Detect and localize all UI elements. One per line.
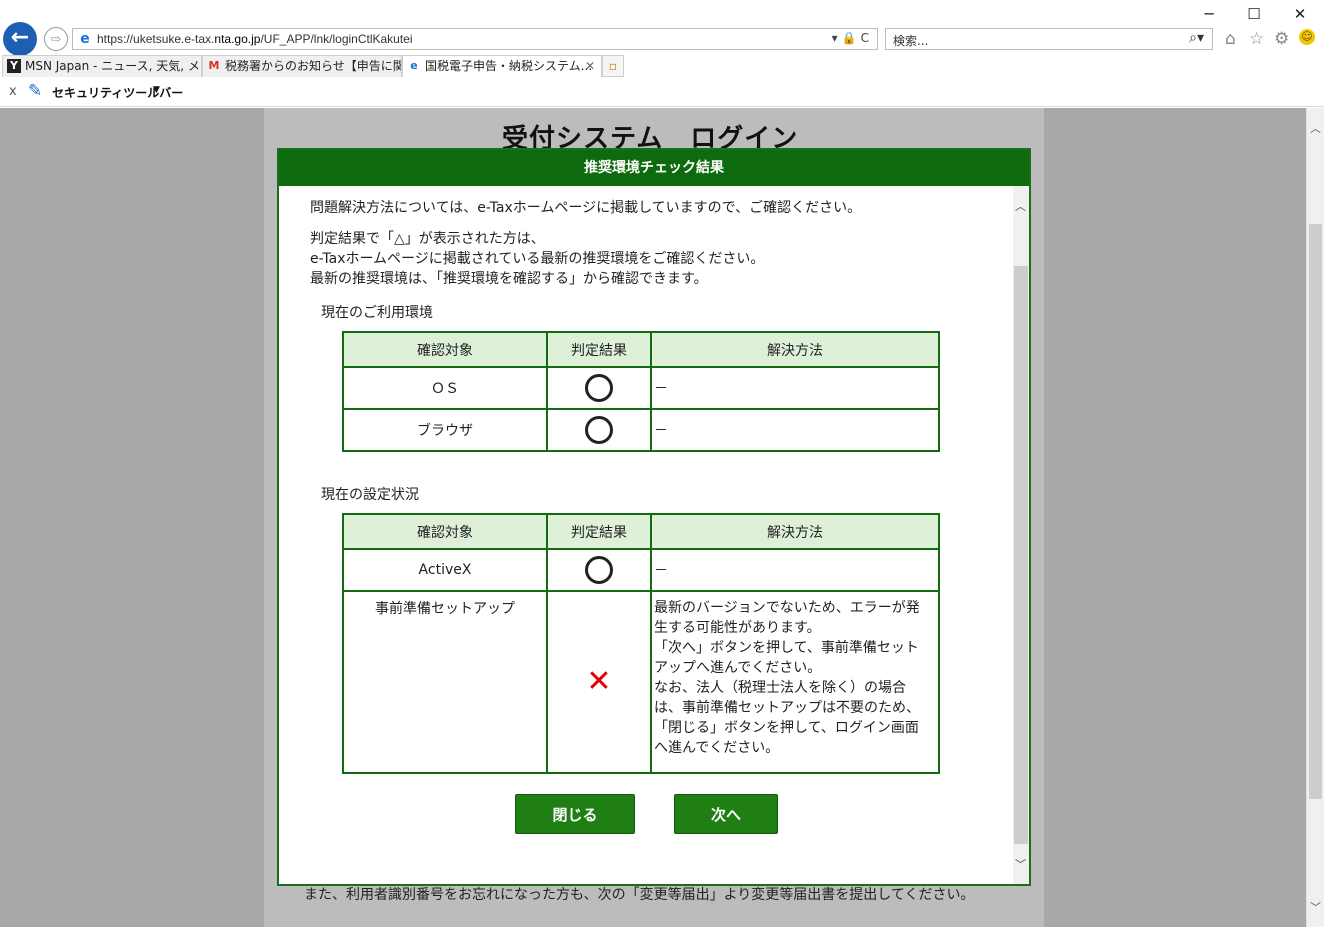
close-button[interactable]: 閉じる: [515, 794, 635, 834]
col-target: 確認対象: [342, 331, 548, 368]
back-button[interactable]: ←: [3, 22, 37, 56]
ok-circle-icon: [585, 416, 613, 444]
table-header-row: 確認対象 判定結果 解決方法: [342, 331, 940, 368]
dialog-scrollbar[interactable]: ︿ ﹀: [1013, 186, 1029, 884]
usage-env-table: 確認対象 判定結果 解決方法 ＯＳ － ブラウザ －: [342, 331, 940, 452]
col-solution: 解決方法: [650, 331, 940, 368]
url-prefix: https://uketsuke.e-tax.: [97, 32, 215, 46]
scroll-up-icon[interactable]: ︿: [1310, 120, 1321, 136]
dropdown-arrow-icon[interactable]: ▼: [153, 85, 160, 95]
msn-tab-icon: Y: [7, 59, 21, 73]
gmail-tab-icon: M: [208, 59, 220, 72]
pen-icon: ✎: [28, 81, 43, 101]
result-cell: ✕: [546, 590, 652, 774]
next-button[interactable]: 次へ: [674, 794, 778, 834]
solution-line: アップへ進んでください。: [654, 660, 822, 676]
url-host: nta.go.jp: [214, 32, 261, 46]
ie-tab-icon: e: [410, 59, 418, 72]
page-scrollbar[interactable]: ︿ ﹀: [1306, 108, 1324, 927]
table-header-row: 確認対象 判定結果 解決方法: [342, 513, 940, 550]
intro-text: 問題解決方法については、e-Taxホームページに掲載していますので、ご確認くださ…: [310, 200, 862, 216]
row-target: ＯＳ: [342, 366, 548, 410]
notice-line: 判定結果で「△」が表示された方は、: [310, 231, 545, 247]
notice-text: 判定結果で「△」が表示された方は、 e-Taxホームページに掲載されている最新の…: [310, 229, 764, 289]
url-path: /UF_APP/lnk/loginCtlKakutei: [260, 32, 413, 46]
security-toolbar: x ✎ セキュリティツールバー ▼: [0, 78, 1324, 107]
notice-line: e-Taxホームページに掲載されている最新の推奨環境をご確認ください。: [310, 251, 765, 267]
tab-label: MSN Japan - ニュース, 天気, メー...: [25, 59, 201, 73]
env-check-dialog: 推奨環境チェック結果 問題解決方法については、e-Taxホームページに掲載してい…: [277, 148, 1031, 886]
solution-line: 生する可能性があります。: [654, 620, 821, 636]
close-toolbar-icon[interactable]: x: [9, 84, 17, 99]
table-row: ActiveX －: [342, 548, 940, 592]
ng-cross-icon: ✕: [586, 664, 612, 699]
row-target: ActiveX: [342, 548, 548, 592]
close-window-button[interactable]: ✕: [1277, 4, 1323, 24]
usage-env-title: 現在のご利用環境: [321, 305, 433, 321]
back-arrow-icon: ←: [10, 25, 30, 50]
col-result: 判定結果: [546, 331, 652, 368]
forward-arrow-icon: ⇨: [50, 32, 62, 47]
solution-line: は、事前準備セットアップは不要のため、: [654, 700, 920, 716]
col-result: 判定結果: [546, 513, 652, 550]
col-target: 確認対象: [342, 513, 548, 550]
search-placeholder: 検索...: [893, 34, 929, 48]
result-cell: [546, 408, 652, 452]
scroll-down-icon[interactable]: ﹀: [1310, 899, 1321, 915]
row-target: 事前準備セットアップ: [342, 590, 548, 774]
solution-line: なお、法人（税理士法人を除く）の場合: [654, 680, 906, 696]
page-body-text: また、利用者識別番号をお忘れになった方も、次の「変更等届出」より変更等届出書を提…: [304, 887, 975, 903]
table-row: ブラウザ －: [342, 408, 940, 452]
security-toolbar-label[interactable]: セキュリティツールバー: [52, 84, 183, 101]
row-solution: 最新のバージョンでないため、エラーが発 生する可能性があります。 「次へ」ボタン…: [650, 590, 940, 774]
row-solution: －: [650, 366, 940, 410]
tab-msn[interactable]: Y MSN Japan - ニュース, 天気, メー...: [2, 55, 202, 77]
ok-circle-icon: [585, 374, 613, 402]
row-target: ブラウザ: [342, 408, 548, 452]
row-solution: －: [650, 548, 940, 592]
tab-gmail[interactable]: M 税務署からのお知らせ【申告に関...: [202, 55, 402, 77]
solution-line: 「閉じる」ボタンを押して、ログイン画面: [654, 720, 919, 736]
scroll-up-icon[interactable]: ︿: [1015, 198, 1026, 214]
dialog-title: 推奨環境チェック結果: [279, 150, 1029, 186]
tab-label: 税務署からのお知らせ【申告に関...: [225, 59, 402, 73]
search-icon[interactable]: ⌕▾: [1189, 30, 1204, 46]
maximize-button[interactable]: ☐: [1231, 4, 1277, 24]
new-tab-icon: ▫: [608, 59, 618, 73]
scroll-thumb[interactable]: [1014, 266, 1028, 844]
address-tools-icons[interactable]: ▾🔒C: [832, 31, 873, 45]
ok-circle-icon: [585, 556, 613, 584]
row-solution: －: [650, 408, 940, 452]
col-solution: 解決方法: [650, 513, 940, 550]
settings-status-title: 現在の設定状況: [321, 487, 419, 503]
result-cell: [546, 366, 652, 410]
search-box[interactable]: 検索... ⌕▾: [885, 28, 1213, 50]
new-tab-button[interactable]: ▫: [602, 55, 624, 77]
table-row: 事前準備セットアップ ✕ 最新のバージョンでないため、エラーが発 生する可能性が…: [342, 590, 940, 774]
tab-strip: Y MSN Japan - ニュース, 天気, メー... M 税務署からのお知…: [0, 55, 1324, 77]
close-tab-icon[interactable]: ✕: [585, 56, 595, 77]
dialog-body: 問題解決方法については、e-Taxホームページに掲載していますので、ご確認くださ…: [279, 186, 1013, 884]
table-row: ＯＳ －: [342, 366, 940, 410]
solution-line: 最新のバージョンでないため、エラーが発: [654, 600, 920, 616]
tab-etax[interactable]: e 国税電子申告・納税システム... ✕: [402, 55, 602, 77]
tab-label: 国税電子申告・納税システム...: [425, 59, 593, 73]
solution-line: へ進んでください。: [654, 740, 780, 756]
minimize-button[interactable]: ─: [1186, 4, 1232, 24]
settings-gear-icon[interactable]: ⚙: [1274, 29, 1289, 49]
address-bar[interactable]: e https://uketsuke.e-tax.nta.go.jp/UF_AP…: [72, 28, 878, 50]
result-cell: [546, 548, 652, 592]
notice-line: 最新の推奨環境は、「推奨環境を確認する」から確認できます。: [310, 271, 708, 287]
settings-status-table: 確認対象 判定結果 解決方法 ActiveX － 事前準備セットアップ ✕ 最新…: [342, 513, 940, 774]
solution-line: 「次へ」ボタンを押して、事前準備セット: [654, 640, 919, 656]
forward-button[interactable]: ⇨: [44, 27, 68, 51]
scroll-down-icon[interactable]: ﹀: [1015, 856, 1026, 872]
address-url[interactable]: https://uketsuke.e-tax.nta.go.jp/UF_APP/…: [97, 32, 413, 46]
favorites-star-icon[interactable]: ☆: [1249, 29, 1264, 49]
home-icon[interactable]: ⌂: [1225, 29, 1236, 49]
browser-chrome: ─ ☐ ✕ ← ⇨ e https://uketsuke.e-tax.nta.g…: [0, 0, 1324, 108]
ie-page-icon: e: [80, 31, 90, 47]
feedback-smiley-icon[interactable]: ☺: [1299, 29, 1315, 45]
scroll-thumb[interactable]: [1309, 224, 1322, 799]
